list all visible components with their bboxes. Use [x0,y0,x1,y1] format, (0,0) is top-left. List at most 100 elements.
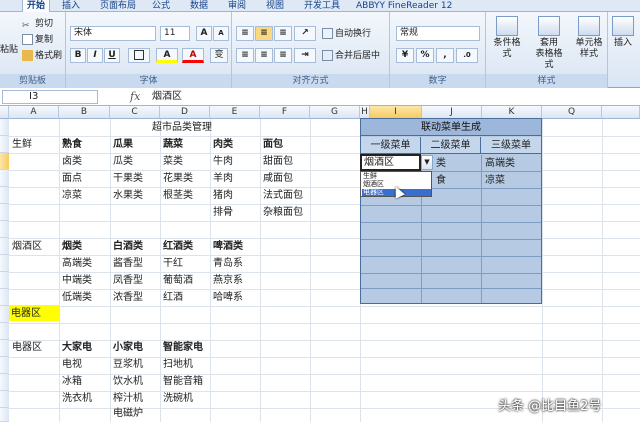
tab-page-layout[interactable]: 页面布局 [96,0,140,12]
tobacco-section-label[interactable]: 烟酒区 [10,238,42,255]
panel-header-level2[interactable]: 二级菜单 [421,137,481,154]
grid-cell[interactable]: 电磁炉 [111,405,143,422]
grid-cell[interactable]: 瓜类 [111,153,133,170]
cut-button[interactable]: ✂ 剪切 [22,16,53,32]
dropdown-arrow-button[interactable]: ▼ [421,155,433,170]
fx-icon[interactable]: fx [130,90,140,103]
row-header[interactable] [0,238,9,255]
align-middle-button[interactable]: ≡ [255,26,273,41]
merge-center-button[interactable]: 合并后居中 [322,48,380,64]
font-name-select[interactable]: 宋体 [70,26,156,41]
row-header[interactable] [0,221,9,238]
column-header-f[interactable]: F [260,106,310,119]
tobacco-header[interactable]: 红酒类 [161,238,193,255]
format-painter-button[interactable]: 格式刷 [22,48,62,64]
grid-cell[interactable]: 杂粮面包 [261,204,303,221]
grid-cell[interactable]: 凤香型 [111,272,143,289]
panel-cell-level2[interactable]: 类 [433,155,446,172]
fresh-header[interactable]: 蔬菜 [161,136,183,153]
bold-button[interactable]: B [70,48,86,63]
row-header[interactable] [0,136,9,153]
grid-cell[interactable]: 羊肉 [211,170,233,187]
number-format-select[interactable]: 常规 [396,26,480,41]
underline-button[interactable]: U [104,48,120,63]
tab-review[interactable]: 审阅 [224,0,250,12]
appliance-highlight-cell[interactable]: 电器区 [9,305,59,321]
grid-cell[interactable]: 饮水机 [111,373,143,390]
dropdown-option[interactable]: 生鲜 [362,173,431,180]
appliance-header[interactable]: 小家电 [111,339,143,356]
phonetic-button[interactable]: 变 [210,48,228,63]
tab-formulas[interactable]: 公式 [148,0,174,12]
grid-cell[interactable]: 水果类 [111,187,143,204]
worksheet-grid[interactable]: A B C D E F G H I J K Q [0,106,640,422]
row-header[interactable] [0,323,9,340]
select-all-corner[interactable] [0,106,9,119]
conditional-format-button[interactable]: 条件格式 [490,16,524,60]
orientation-button[interactable]: ↗ [294,26,316,41]
grid-cell[interactable]: 法式面包 [261,187,303,204]
fresh-header[interactable]: 熟食 [60,136,82,153]
grid-cell[interactable]: 智能音箱 [161,373,203,390]
grid-cell[interactable]: 洗衣机 [60,390,92,407]
row-header[interactable] [0,391,9,408]
column-header-b[interactable]: B [59,106,110,119]
grid-cell[interactable]: 中端类 [60,272,92,289]
cell-styles-button[interactable]: 单元格 样式 [572,16,606,60]
column-header-c[interactable]: C [110,106,160,119]
grid-cell[interactable]: 干果类 [111,170,143,187]
tab-view[interactable]: 视图 [262,0,288,12]
grid-cell[interactable]: 干红 [161,255,183,272]
sheet-title[interactable]: 超市品类管理 [150,119,260,136]
row-header[interactable] [0,408,9,422]
tab-data[interactable]: 数据 [186,0,212,12]
percent-button[interactable]: % [416,48,434,63]
grid-cell[interactable]: 洗碗机 [161,390,193,407]
panel-header-level1[interactable]: 一级菜单 [361,137,421,154]
align-top-button[interactable]: ≡ [236,26,254,41]
fresh-header[interactable]: 面包 [261,136,283,153]
formula-input[interactable]: 烟酒区 [152,89,182,105]
fresh-section-label[interactable]: 生鲜 [10,136,32,153]
grid-cell[interactable]: 扫地机 [161,356,193,373]
grid-cell[interactable]: 红酒 [161,289,183,306]
grid-cell[interactable]: 酱香型 [111,255,143,272]
paste-button[interactable]: 粘贴 [0,42,18,58]
row-header[interactable] [0,357,9,374]
decimal-button[interactable]: .0 [456,48,478,63]
indent-button[interactable]: ⇥ [294,48,316,63]
panel-header-level3[interactable]: 三级菜单 [481,137,541,154]
tobacco-header[interactable]: 白酒类 [111,238,143,255]
grid-cell[interactable]: 排骨 [211,204,233,221]
copy-button[interactable]: 复制 [22,32,53,48]
fill-color-button[interactable]: A [156,48,178,63]
column-header-g[interactable]: G [310,106,360,119]
shrink-font-button[interactable]: A [213,26,229,41]
fresh-header[interactable]: 肉类 [211,136,233,153]
align-right-button[interactable]: ≡ [274,48,292,63]
row-header[interactable] [0,170,9,187]
grid-cell[interactable]: 燕京系 [211,272,243,289]
row-header-selected[interactable] [0,153,9,170]
column-header-e[interactable]: E [210,106,260,119]
tab-insert[interactable]: 插入 [58,0,84,12]
row-header[interactable] [0,272,9,289]
grid-cell[interactable]: 冰箱 [60,373,82,390]
column-header-q[interactable]: Q [542,106,602,119]
row-header[interactable] [0,119,9,136]
grid-cell[interactable]: 咸面包 [261,170,293,187]
align-bottom-button[interactable]: ≡ [274,26,292,41]
grid-cell[interactable]: 凉菜 [60,187,82,204]
panel-cell-level2[interactable]: 食 [433,172,446,189]
appliance-header[interactable]: 大家电 [60,339,92,356]
grid-cell[interactable]: 低端类 [60,289,92,306]
row-header[interactable] [0,374,9,391]
grid-cell[interactable]: 高端类 [60,255,92,272]
grid-cell[interactable]: 菜类 [161,153,183,170]
font-size-select[interactable]: 11 [160,26,190,41]
grid-cell[interactable]: 花果类 [161,170,193,187]
row-header[interactable] [0,340,9,357]
tab-developer[interactable]: 开发工具 [300,0,344,12]
grid-cell[interactable]: 卤类 [60,153,82,170]
column-header-a[interactable]: A [9,106,59,119]
